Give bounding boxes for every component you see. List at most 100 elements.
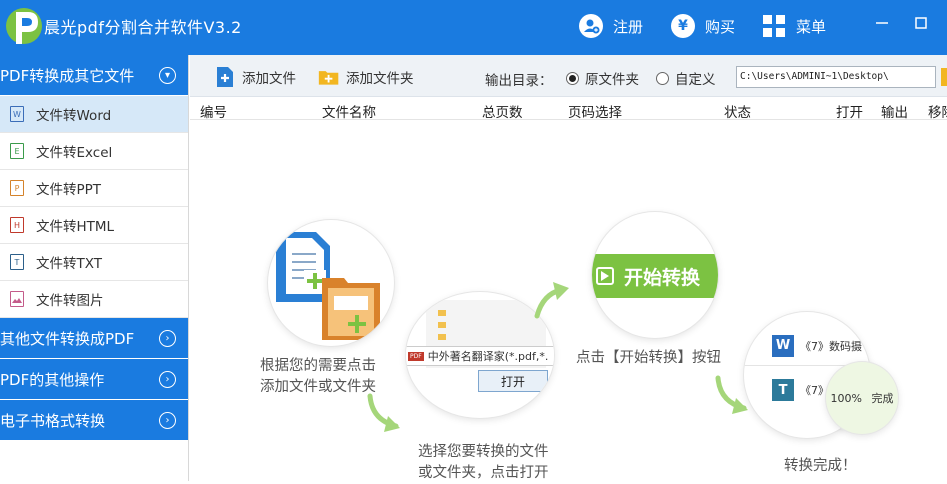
ppt-file-icon: P [10, 180, 24, 196]
sidebar-item-label: 文件转HTML [36, 219, 115, 235]
radio-original-folder[interactable]: 原文件夹 [566, 68, 639, 88]
file-name-row: PDF 中外著名翻译家(*.pdf,*. [406, 346, 554, 366]
category-other-to-pdf[interactable]: 其他文件转换成PDF › [0, 318, 188, 358]
file-table-header: 编号 文件名称 总页数 页码选择 状态 打开 输出 移除 [190, 97, 947, 121]
step1-illustration [268, 220, 394, 346]
word-doc-icon: W [772, 334, 794, 357]
start-convert-sample-button: 开始转换 [592, 254, 718, 298]
step3-illustration: 开始转换 [592, 212, 718, 338]
sidebar-item-image[interactable]: 文件转图片 [0, 281, 188, 318]
category-label: PDF转换成其它文件 [0, 66, 135, 85]
result-item-1: 《7》数码摄 [800, 339, 862, 353]
add-file-icon [214, 66, 236, 88]
start-convert-label: 开始转换 [624, 266, 701, 289]
step4-text: 转换完成！ [784, 458, 857, 474]
dialog-open-button: 打开 [478, 370, 548, 392]
step3-text: 点击【开始转换】按钮 [576, 350, 721, 366]
user-add-icon [579, 14, 603, 38]
result-row-1: W 《7》数码摄 [744, 326, 870, 366]
column-header-index: 编号 [200, 105, 227, 121]
buy-button[interactable]: ¥ 购买 [671, 10, 735, 42]
yen-icon: ¥ [671, 14, 695, 38]
add-file-button[interactable]: 添加文件 [214, 65, 296, 89]
step2-filename: 中外著名翻译家(*.pdf,*. [427, 350, 549, 363]
play-icon [596, 267, 614, 285]
grid-menu-icon [762, 14, 786, 38]
maximize-icon[interactable] [910, 12, 932, 34]
column-header-remove: 移除 [928, 105, 947, 121]
chevron-right-icon: › [159, 329, 176, 347]
radio-checked-icon [566, 71, 579, 85]
column-header-page-select: 页码选择 [568, 105, 622, 121]
browse-folder-icon[interactable] [941, 68, 947, 86]
category-label: 电子书格式转换 [0, 411, 106, 430]
register-label: 注册 [613, 17, 644, 36]
sidebar-item-label: 文件转Excel [36, 145, 113, 161]
excel-file-icon: E [10, 143, 24, 159]
add-file-label: 添加文件 [242, 71, 296, 87]
image-file-icon [10, 291, 24, 307]
menu-label: 菜单 [796, 17, 827, 36]
sidebar-item-label: 文件转图片 [36, 293, 104, 309]
register-button[interactable]: 注册 [579, 10, 643, 42]
sidebar-item-label: 文件转TXT [36, 256, 103, 272]
txt-doc-icon: T [772, 379, 794, 401]
progress-done: 完成 [871, 392, 894, 405]
sidebar-item-ppt[interactable]: P 文件转PPT [0, 170, 188, 207]
step-arrow-icon [534, 282, 569, 319]
progress-percent: 100% [830, 392, 862, 405]
output-dir-label: 输出目录： [485, 73, 553, 89]
category-pdf-to-other[interactable]: PDF转换成其它文件 ▾ [0, 55, 188, 95]
radio-custom-label: 自定义 [675, 72, 716, 88]
column-header-pages: 总页数 [482, 105, 523, 121]
output-path-field[interactable]: C:\Users\ADMINI~1\Desktop\ [736, 66, 936, 88]
step-arrow-icon [367, 393, 400, 432]
column-header-open: 打开 [836, 105, 863, 121]
pdf-badge-icon: PDF [408, 351, 424, 361]
column-header-output: 输出 [881, 105, 908, 121]
chevron-down-icon: ▾ [159, 66, 176, 84]
category-ebook-convert[interactable]: 电子书格式转换 › [0, 400, 188, 440]
usage-guide: 根据您的需要点击 添加文件或文件夹 PDF 中外著名翻译家(*.pdf,*. 打… [190, 120, 947, 481]
toolbar: 添加文件 添加文件夹 输出目录： 原文件夹 自定义 C:\Users\ADMIN… [190, 55, 947, 97]
app-logo-icon [6, 8, 42, 44]
minimize-icon[interactable] [871, 12, 893, 34]
category-pdf-other-ops[interactable]: PDF的其他操作 › [0, 359, 188, 399]
app-title: 晨光pdf分割合并软件V3.2 [44, 18, 242, 37]
result-item-2: 《7》 [800, 384, 829, 397]
sidebar-item-txt[interactable]: T 文件转TXT [0, 244, 188, 281]
sidebar-item-excel[interactable]: E 文件转Excel [0, 133, 188, 170]
sidebar: PDF转换成其它文件 ▾ W 文件转Word E 文件转Excel P 文件转P… [0, 55, 189, 481]
step2-line1: 选择您要转换的文件 [418, 444, 549, 460]
radio-unchecked-icon [656, 71, 669, 85]
step1-text: 根据您的需要点击 添加文件或文件夹 [260, 356, 376, 398]
menu-button[interactable]: 菜单 [762, 10, 826, 42]
word-file-icon: W [10, 106, 24, 122]
step1-line1: 根据您的需要点击 [260, 358, 376, 374]
add-folder-button[interactable]: 添加文件夹 [318, 65, 414, 89]
add-file-folder-icon [276, 232, 380, 340]
sidebar-item-label: 文件转Word [36, 108, 112, 124]
txt-file-icon: T [10, 254, 24, 270]
chevron-right-icon: › [159, 411, 176, 429]
add-folder-icon [318, 66, 340, 88]
radio-original-label: 原文件夹 [585, 72, 639, 88]
category-label: 其他文件转换成PDF [0, 329, 135, 348]
sidebar-item-word[interactable]: W 文件转Word [0, 96, 188, 133]
progress-bubble: 100% 完成 [826, 362, 898, 434]
step1-line2: 添加文件或文件夹 [260, 379, 376, 395]
step2-text: 选择您要转换的文件 或文件夹，点击打开 [418, 442, 549, 484]
column-header-status: 状态 [724, 105, 751, 121]
buy-label: 购买 [705, 17, 736, 36]
html-file-icon: H [10, 217, 24, 233]
progress-row: 100% 完成 [826, 390, 898, 406]
add-folder-label: 添加文件夹 [346, 71, 414, 87]
radio-custom-folder[interactable]: 自定义 [656, 68, 716, 88]
category-label: PDF的其他操作 [0, 370, 105, 389]
title-bar: 晨光pdf分割合并软件V3.2 注册 ¥ 购买 菜单 [0, 0, 947, 55]
sidebar-item-label: 文件转PPT [36, 182, 102, 198]
sidebar-item-html[interactable]: H 文件转HTML [0, 207, 188, 244]
chevron-right-icon: › [159, 370, 176, 388]
column-header-filename: 文件名称 [322, 105, 376, 121]
step2-illustration: PDF 中外著名翻译家(*.pdf,*. 打开 [406, 292, 554, 418]
